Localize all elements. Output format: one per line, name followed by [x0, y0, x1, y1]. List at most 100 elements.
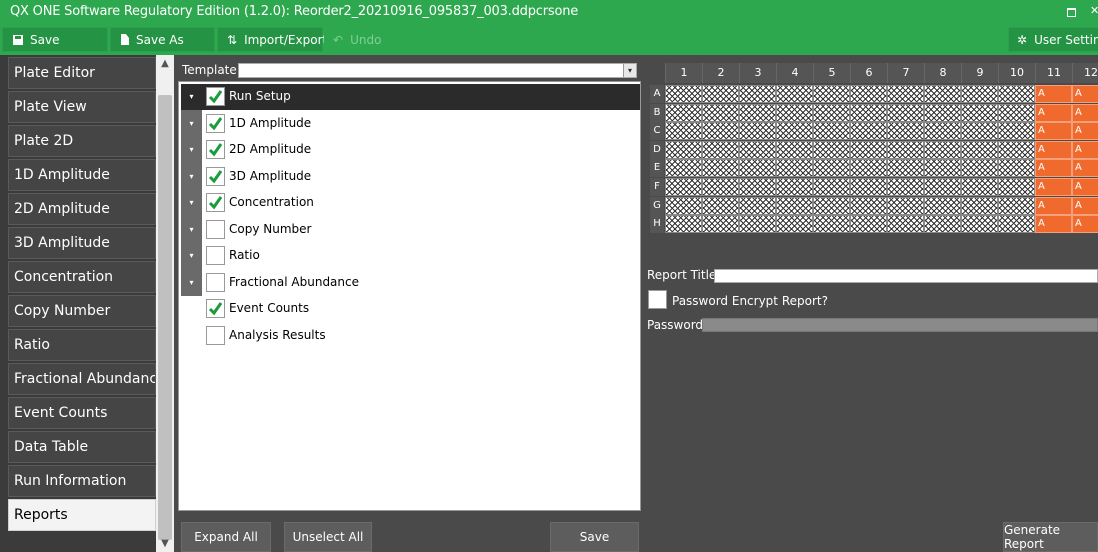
plate-well[interactable] [739, 215, 776, 234]
expand-arrow-icon[interactable]: ▾ [181, 137, 202, 163]
section-checkbox[interactable] [206, 113, 225, 133]
plate-well[interactable] [961, 215, 998, 234]
plate-row-header[interactable]: G [650, 196, 664, 215]
plate-well[interactable] [887, 159, 924, 178]
sidebar-item-plate-editor[interactable]: Plate Editor [8, 57, 156, 89]
plate-well[interactable] [998, 196, 1035, 215]
scroll-thumb[interactable] [158, 95, 172, 540]
tree-row[interactable]: Event Counts [181, 296, 640, 322]
tree-row[interactable]: ▾ 1D Amplitude [181, 110, 640, 137]
plate-well[interactable] [739, 196, 776, 215]
close-icon[interactable]: ✕ [1090, 4, 1098, 17]
section-checkbox[interactable] [206, 87, 225, 106]
plate-well[interactable]: A [1035, 178, 1072, 196]
plate-well[interactable] [702, 215, 739, 234]
generate-report-button[interactable]: Generate Report [1003, 522, 1098, 552]
plate-well[interactable]: A [1035, 103, 1072, 122]
password-input[interactable] [702, 318, 1098, 332]
scroll-down-icon[interactable]: ▼ [156, 535, 174, 552]
plate-well[interactable] [776, 122, 813, 141]
plate-well[interactable]: A [1035, 85, 1072, 103]
plate-well[interactable] [850, 103, 887, 122]
expand-arrow-icon[interactable]: ▾ [181, 110, 202, 137]
plate-well[interactable] [776, 140, 813, 159]
plate-well[interactable] [850, 85, 887, 103]
plate-column-header[interactable]: 12 [1072, 63, 1098, 83]
plate-well[interactable] [813, 178, 850, 196]
sidebar-item-fractional-abundance[interactable]: Fractional Abundance [8, 363, 156, 395]
section-checkbox[interactable] [206, 193, 225, 212]
plate-well[interactable] [813, 215, 850, 234]
plate-well[interactable] [924, 140, 961, 159]
plate-row-header[interactable]: H [650, 215, 664, 234]
plate-well[interactable] [850, 215, 887, 234]
plate-well[interactable] [665, 159, 702, 178]
section-checkbox[interactable] [206, 272, 225, 292]
plate-row-header[interactable]: C [650, 122, 664, 141]
plate-well[interactable]: A [1072, 159, 1098, 178]
plate-well[interactable] [665, 85, 702, 103]
plate-row-header[interactable]: B [650, 103, 664, 122]
tree-row[interactable]: ▾ Fractional Abundance [181, 269, 640, 296]
sidebar-item-plate-view[interactable]: Plate View [8, 91, 156, 123]
plate-well[interactable]: A [1035, 215, 1072, 234]
tree-row[interactable]: ▾ Ratio [181, 243, 640, 269]
plate-well[interactable] [665, 122, 702, 141]
password-encrypt-checkbox[interactable] [648, 290, 667, 309]
plate-well[interactable] [924, 159, 961, 178]
plate-well[interactable]: A [1072, 215, 1098, 234]
unselect-all-button[interactable]: Unselect All [284, 522, 372, 552]
plate-well[interactable] [776, 196, 813, 215]
scroll-up-icon[interactable]: ▲ [156, 55, 174, 72]
plate-well[interactable] [998, 178, 1035, 196]
plate-well[interactable] [924, 215, 961, 234]
plate-well[interactable] [702, 159, 739, 178]
save-template-button[interactable]: Save [550, 522, 639, 552]
plate-column-header[interactable]: 1 [665, 63, 702, 83]
plate-row-header[interactable]: F [650, 178, 664, 196]
plate-well[interactable] [961, 122, 998, 141]
plate-well[interactable] [887, 122, 924, 141]
plate-well[interactable] [776, 159, 813, 178]
expand-arrow-icon[interactable]: ▾ [181, 216, 202, 243]
plate-row-header[interactable]: D [650, 140, 664, 159]
plate-well[interactable] [998, 215, 1035, 234]
tree-row[interactable]: ▾ Copy Number [181, 216, 640, 243]
plate-well[interactable] [665, 196, 702, 215]
plate-well[interactable] [924, 196, 961, 215]
chevron-down-icon[interactable]: ▾ [623, 64, 636, 77]
user-settings-button[interactable]: ✲ User Settings [1008, 27, 1098, 52]
plate-well[interactable] [665, 103, 702, 122]
plate-well[interactable] [850, 140, 887, 159]
section-checkbox[interactable] [206, 299, 225, 318]
sidebar-item-copy-number[interactable]: Copy Number [8, 295, 156, 327]
plate-well[interactable] [776, 103, 813, 122]
plate-column-header[interactable]: 2 [702, 63, 739, 83]
plate-column-header[interactable]: 4 [776, 63, 813, 83]
sidebar-item-1d-amplitude[interactable]: 1D Amplitude [8, 159, 156, 191]
sidebar-item-reports[interactable]: Reports [8, 499, 156, 531]
expand-arrow-icon[interactable]: ▾ [181, 163, 202, 190]
plate-well[interactable] [813, 122, 850, 141]
plate-well[interactable] [998, 140, 1035, 159]
plate-well[interactable]: A [1072, 85, 1098, 103]
plate-row-header[interactable]: E [650, 159, 664, 178]
plate-well[interactable] [702, 85, 739, 103]
plate-well[interactable] [887, 140, 924, 159]
plate-well[interactable] [924, 85, 961, 103]
plate-well[interactable] [665, 178, 702, 196]
sidebar-item-concentration[interactable]: Concentration [8, 261, 156, 293]
plate-column-header[interactable]: 8 [924, 63, 961, 83]
plate-well[interactable] [850, 178, 887, 196]
section-checkbox[interactable] [206, 246, 225, 265]
section-checkbox[interactable] [206, 325, 225, 345]
sidebar-item-2d-amplitude[interactable]: 2D Amplitude [8, 193, 156, 225]
sidebar-item-data-table[interactable]: Data Table [8, 431, 156, 463]
plate-well[interactable] [813, 196, 850, 215]
sidebar-item-plate-2d[interactable]: Plate 2D [8, 125, 156, 157]
plate-well[interactable]: A [1035, 159, 1072, 178]
plate-well[interactable] [739, 103, 776, 122]
plate-well[interactable] [813, 140, 850, 159]
plate-well[interactable] [665, 215, 702, 234]
plate-well[interactable] [924, 103, 961, 122]
